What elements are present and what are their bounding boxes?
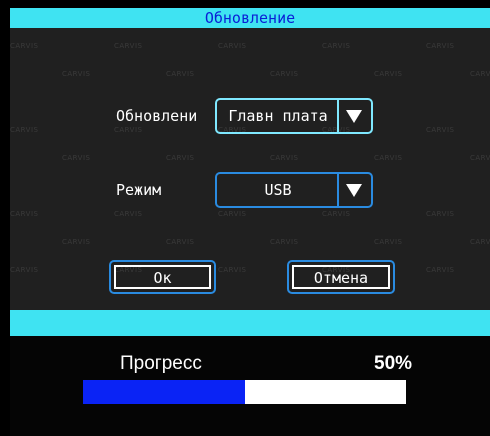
watermark-text: CARVIS [470,238,490,246]
watermark-text: CARVIS [270,154,299,162]
mode-label: Режим [116,181,162,199]
cancel-button[interactable]: Отмена [287,260,395,294]
mode-value: USB [264,181,292,199]
mode-select[interactable]: USB [215,172,373,208]
watermark-text: CARVIS [374,154,403,162]
watermark-text: CARVIS [270,70,299,78]
ok-button[interactable]: Ок [109,260,216,294]
watermark-text: CARVIS [166,70,195,78]
progress-percent: 50% [374,353,413,374]
dialog-title-bar: Обновление [10,8,490,28]
watermark-text: CARVIS [470,70,490,78]
watermark-text: CARVIS [10,42,39,50]
watermark-text: CARVIS [470,154,490,162]
watermark-text: CARVIS [426,266,455,274]
watermark-text: CARVIS [322,210,351,218]
chevron-down-icon[interactable] [337,100,371,132]
watermark-text: CARVIS [218,210,247,218]
watermark-text: CARVIS [114,210,143,218]
watermark-text: CARVIS [62,154,91,162]
update-dialog: CARVIS CARVIS CARVIS CARVIS CARVIS CARVIS CARV… [10,28,490,310]
cancel-button-label: Отмена [292,265,390,289]
watermark-text: CARVIS [10,210,39,218]
progress-header-strip [10,310,490,336]
update-target-select[interactable]: Главн плата [215,98,373,134]
watermark-text: CARVIS [218,266,247,274]
watermark-text: CARVIS [62,70,91,78]
watermark-text: CARVIS [426,126,455,134]
watermark-text: CARVIS [374,70,403,78]
watermark-text: CARVIS [62,238,91,246]
watermark-text: CARVIS [322,42,351,50]
watermark-text: CARVIS [166,154,195,162]
update-target-label: Обновлени [116,107,198,125]
watermark-text: CARVIS [426,210,455,218]
dialog-title: Обновление [204,9,296,27]
update-target-value: Главн плата [228,107,328,125]
watermark-text: CARVIS [10,126,39,134]
watermark-text: CARVIS [426,42,455,50]
progress-bar-fill [83,380,245,404]
watermark-text: CARVIS [218,42,247,50]
watermark-text: CARVIS [374,238,403,246]
watermark-text: CARVIS [166,238,195,246]
watermark-text: CARVIS [114,42,143,50]
watermark-text: CARVIS [270,238,299,246]
progress-panel: Прогресс 50% [10,336,490,436]
progress-title: Прогресс [120,353,202,374]
watermark-text: CARVIS [114,126,143,134]
chevron-down-icon[interactable] [337,174,371,206]
watermark-text: CARVIS [10,266,39,274]
progress-bar [83,380,406,404]
ok-button-label: Ок [114,265,211,289]
